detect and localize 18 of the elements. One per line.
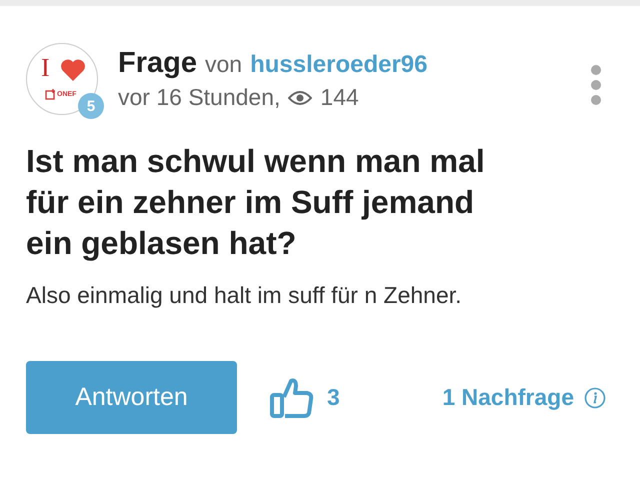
more-options-icon[interactable] [590,65,602,105]
level-badge: 5 [78,93,104,119]
avatar-letter: I [41,53,50,83]
question-body: Also einmalig und halt im suff für n Zehner. [26,282,463,309]
question-title: Ist man schwul wenn man mal für ein zehner im Suff jemand ein geblasen hat? [26,142,486,263]
thumbs-up-icon [269,376,315,418]
author-link[interactable]: hussleroeder96 [250,51,428,79]
view-count: 144 [320,84,359,111]
heart-icon [60,59,86,81]
logo-icon [45,89,56,100]
by-label: von [204,51,242,78]
answer-button[interactable]: Antworten [26,361,237,434]
post-type: Frage [118,47,197,80]
eye-icon [288,90,312,106]
followup-link[interactable]: 1 Nachfrage [442,384,606,411]
like-button[interactable]: 3 [269,376,340,418]
info-icon [584,386,606,408]
post-time: vor 16 Stunden, [118,84,280,111]
